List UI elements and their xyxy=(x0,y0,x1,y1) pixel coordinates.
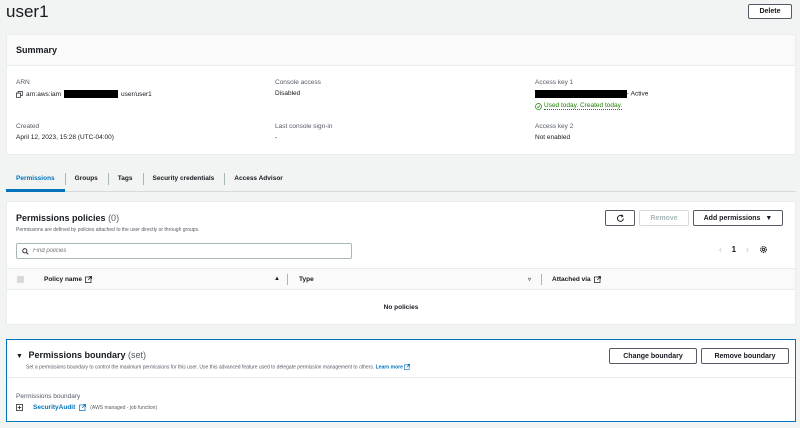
access-key-2-field: Access key 2 Not enabled xyxy=(535,123,573,141)
boundary-set-status: (set) xyxy=(128,350,146,360)
boundary-policy-type: (AWS managed - job function) xyxy=(90,404,158,411)
last-sign-in-label: Last console sign-in xyxy=(275,123,333,130)
created-field: Created April 12, 2023, 15:28 (UTC-04:00… xyxy=(16,123,114,141)
change-boundary-button[interactable]: Change boundary xyxy=(609,348,697,364)
remove-boundary-button[interactable]: Remove boundary xyxy=(701,348,789,364)
access-key-1-label: Access key 1 xyxy=(535,79,574,86)
created-value: April 12, 2023, 15:28 (UTC-04:00) xyxy=(16,134,114,141)
policies-count: (0) xyxy=(108,213,120,223)
policies-description: Permissions are defined by policies atta… xyxy=(16,227,200,233)
delete-button[interactable]: Delete xyxy=(748,4,792,19)
search-input[interactable] xyxy=(33,248,333,254)
sort-ascending-icon[interactable]: ▲ xyxy=(274,276,280,282)
next-page-icon[interactable]: › xyxy=(746,245,749,254)
created-label: Created xyxy=(16,123,40,130)
column-policy-name-label: Policy name xyxy=(44,276,82,283)
access-key-2-label: Access key 2 xyxy=(535,123,574,130)
remove-policy-button[interactable]: Remove xyxy=(639,210,689,226)
console-access-value: Disabled xyxy=(275,90,301,97)
select-all-checkbox[interactable] xyxy=(17,276,24,283)
boundary-heading[interactable]: ▼ Permissions boundary (set) xyxy=(16,350,146,360)
redacted-block xyxy=(64,90,119,98)
permissions-boundary-panel: ▼ Permissions boundary (set) Set a permi… xyxy=(6,339,796,422)
gear-icon[interactable] xyxy=(759,245,768,254)
summary-heading: Summary xyxy=(7,35,795,66)
boundary-description-text: Set a permissions boundary to control th… xyxy=(26,364,375,371)
sort-icon[interactable]: ▿ xyxy=(528,276,531,283)
caret-down-icon: ▼ xyxy=(16,353,23,360)
access-key-1-status: - Active xyxy=(627,90,649,98)
column-attached-via-label: Attached via xyxy=(552,276,591,283)
policies-table-header: Policy name ▲ Type ▿ Attached via xyxy=(7,268,795,290)
tab-security-credentials[interactable]: Security credentials xyxy=(142,168,225,192)
policies-heading: Permissions policies (0) xyxy=(16,213,119,223)
permissions-policies-panel: Permissions policies (0) Permissions are… xyxy=(6,201,796,325)
search-box[interactable] xyxy=(16,243,352,259)
external-link-icon xyxy=(404,364,411,370)
page-title: user1 xyxy=(6,2,49,21)
search-icon xyxy=(22,247,29,255)
last-sign-in-field: Last console sign-in - xyxy=(275,123,332,141)
tab-groups[interactable]: Groups xyxy=(64,168,108,192)
arn-suffix: user/user1 xyxy=(121,90,152,98)
refresh-icon xyxy=(616,213,625,223)
add-permissions-button[interactable]: Add permissions ▼ xyxy=(693,210,783,226)
external-link-icon xyxy=(593,276,601,283)
console-access-label: Console access xyxy=(275,79,321,86)
column-divider xyxy=(541,274,542,285)
empty-state: No policies xyxy=(383,304,419,311)
arn-label: ARN xyxy=(16,79,30,86)
boundary-title: Permissions boundary xyxy=(28,350,126,360)
boundary-header: ▼ Permissions boundary (set) Set a permi… xyxy=(7,340,795,378)
refresh-button[interactable] xyxy=(605,210,635,226)
add-permissions-label: Add permissions xyxy=(703,214,761,222)
access-key-2-value: Not enabled xyxy=(535,134,571,141)
access-key-1-field: Access key 1 - Active Used today. Create… xyxy=(535,79,648,110)
boundary-description: Set a permissions boundary to control th… xyxy=(26,364,411,371)
prev-page-icon[interactable]: ‹ xyxy=(719,245,722,254)
access-key-1-usage[interactable]: Used today. Created today. xyxy=(544,102,623,110)
policies-title: Permissions policies xyxy=(16,213,106,223)
tab-access-advisor[interactable]: Access Advisor xyxy=(224,168,293,192)
tab-bar: Permissions Groups Tags Security credent… xyxy=(6,168,796,192)
boundary-policy: SecurityAudit (AWS managed - job functio… xyxy=(16,404,157,411)
redacted-block xyxy=(535,90,627,98)
summary-panel: Summary ARN arn:aws:iam user/user1 Consol… xyxy=(6,34,796,155)
copy-icon[interactable] xyxy=(16,90,23,98)
expand-plus-icon[interactable] xyxy=(16,404,23,411)
learn-more-link[interactable]: Learn more xyxy=(376,364,403,370)
caret-down-icon: ▼ xyxy=(765,214,773,222)
column-divider xyxy=(287,274,288,285)
external-link-icon xyxy=(79,404,87,411)
boundary-policy-link[interactable]: SecurityAudit xyxy=(33,404,75,411)
tab-tags[interactable]: Tags xyxy=(107,168,143,192)
check-circle-icon xyxy=(535,102,542,110)
boundary-label: Permissions boundary xyxy=(16,393,81,400)
last-sign-in-value: - xyxy=(275,134,278,141)
tab-permissions[interactable]: Permissions xyxy=(6,168,65,192)
page-number[interactable]: 1 xyxy=(732,245,736,254)
arn-prefix: arn:aws:iam xyxy=(26,90,62,98)
external-link-icon xyxy=(85,276,92,283)
pagination: ‹ 1 › xyxy=(719,245,768,254)
console-access-field: Console access Disabled xyxy=(275,79,321,97)
column-type[interactable]: Type xyxy=(299,276,314,283)
arn-field: ARN arn:aws:iam user/user1 xyxy=(16,79,152,98)
column-policy-name[interactable]: Policy name xyxy=(44,276,92,283)
column-attached-via[interactable]: Attached via xyxy=(552,276,601,283)
